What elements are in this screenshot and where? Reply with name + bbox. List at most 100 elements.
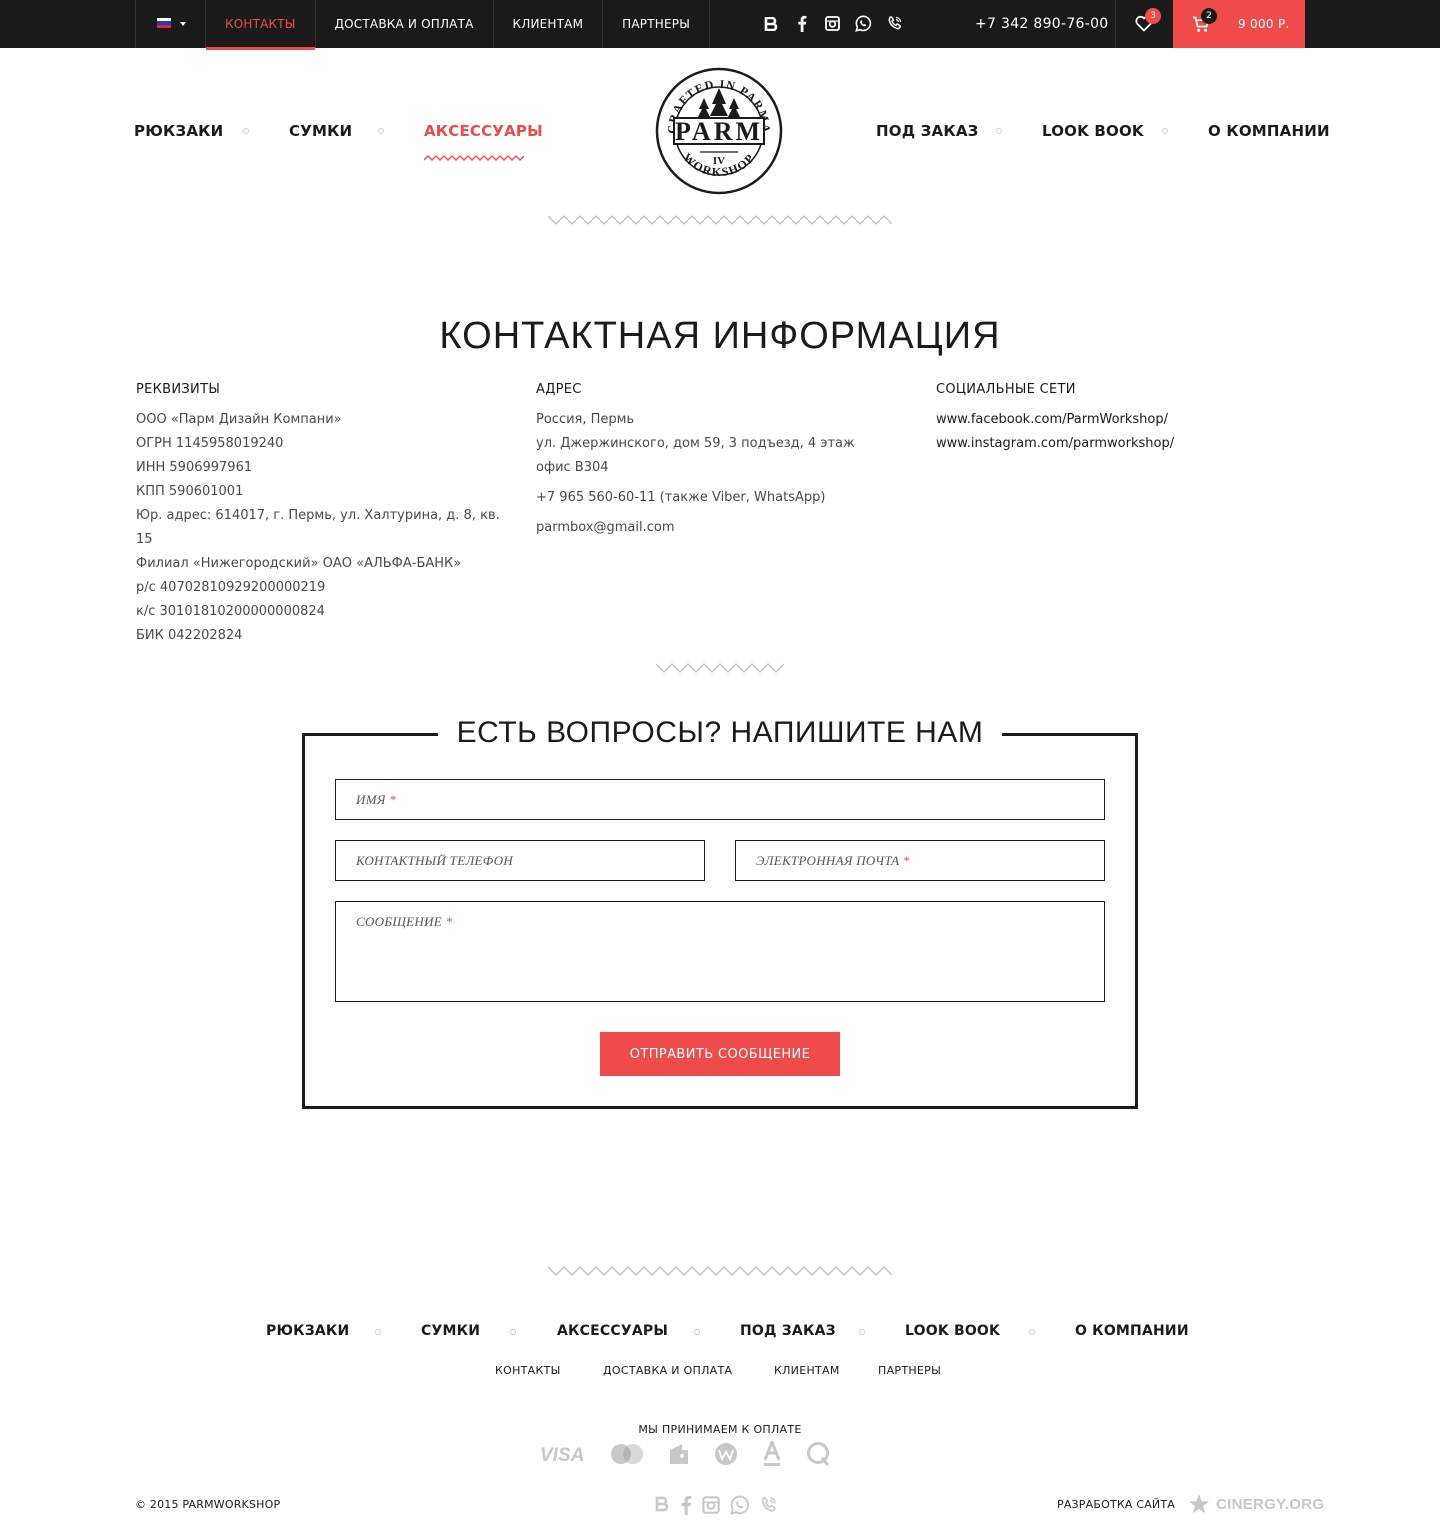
active-nav-underline — [424, 155, 524, 161]
mastercard-icon — [611, 1444, 643, 1464]
footer-nav-backpacks[interactable]: РЮКЗАКИ — [266, 1323, 349, 1339]
nav-bags[interactable]: СУМКИ — [289, 122, 352, 140]
visa-icon: VISA — [540, 1445, 584, 1464]
parm-workshop-logo[interactable]: CRAFTED IN PARMA WORKSHOP PARM IV — [654, 66, 784, 196]
footer-link-clients[interactable]: КЛИЕНТАМ — [774, 1364, 840, 1377]
footer-link-contacts[interactable]: КОНТАКТЫ — [495, 1364, 561, 1377]
ru-flag-icon — [157, 18, 171, 28]
footer-nav-custom-order[interactable]: ПОД ЗАКАЗ — [740, 1323, 836, 1339]
zigzag-divider — [656, 663, 784, 673]
nav-lookbook[interactable]: LOOK BOOK — [1042, 122, 1144, 140]
vk-icon[interactable] — [760, 13, 781, 34]
required-mark: * — [902, 853, 910, 868]
favorites-button[interactable]: 3 — [1115, 0, 1173, 48]
viber-icon[interactable] — [884, 13, 905, 34]
copyright: © 2015 PARMWORKSHOP — [135, 1498, 281, 1511]
top-links: КОНТАКТЫ ДОСТАВКА И ОПЛАТА КЛИЕНТАМ ПАРТ… — [206, 0, 710, 50]
top-link-contacts[interactable]: КОНТАКТЫ — [206, 0, 316, 50]
footer-social — [654, 1495, 778, 1519]
developer-label: РАЗРАБОТКА САЙТА — [1057, 1498, 1176, 1511]
zigzag-divider — [548, 215, 892, 225]
address-heading: АДРЕС — [536, 382, 582, 397]
star-icon — [1189, 1494, 1209, 1514]
nav-backpacks[interactable]: РЮКЗАКИ — [134, 122, 223, 140]
requisites-line: к/с 30101810200000000824 — [136, 604, 325, 619]
name-placeholder: ИМЯ — [356, 792, 386, 807]
required-mark: * — [389, 792, 397, 807]
vk-icon[interactable] — [654, 1495, 670, 1519]
social-column: СОЦИАЛЬНЫЕ СЕТИ www.facebook.com/ParmWor… — [936, 378, 1296, 456]
nav-separator — [378, 128, 384, 134]
phone-field[interactable]: КОНТАКТНЫЙ ТЕЛЕФОН — [335, 840, 705, 881]
webmoney-icon — [715, 1443, 737, 1465]
requisites-line: р/с 40702810929200000219 — [136, 580, 326, 595]
page-title: КОНТАКТНАЯ ИНФОРМАЦИЯ — [439, 315, 1001, 357]
facebook-link[interactable]: www.facebook.com/ParmWorkshop/ — [936, 408, 1296, 432]
address-phone[interactable]: +7 965 560-60-11 (также Viber, WhatsApp) — [536, 486, 896, 510]
top-link-clients[interactable]: КЛИЕНТАМ — [494, 0, 604, 48]
nav-separator — [375, 1329, 381, 1335]
cart-count-badge: 2 — [1201, 8, 1217, 24]
whatsapp-icon[interactable] — [730, 1495, 750, 1519]
address-line: ул. Джержинского, дом 59, 3 подъезд, 4 э… — [536, 436, 855, 451]
address-column: АДРЕС Россия, Пермь ул. Джержинского, до… — [536, 378, 896, 540]
instagram-icon[interactable] — [702, 1495, 720, 1519]
whatsapp-icon[interactable] — [853, 13, 874, 34]
footer-nav-accessories[interactable]: АКСЕССУАРЫ — [557, 1323, 668, 1339]
language-switcher[interactable] — [135, 0, 206, 48]
footer-nav-lookbook[interactable]: LOOK BOOK — [905, 1323, 1000, 1339]
footer-link-delivery[interactable]: ДОСТАВКА И ОПЛАТА — [603, 1364, 732, 1377]
svg-text:VISA: VISA — [540, 1445, 584, 1464]
nav-separator — [510, 1329, 516, 1335]
cart-button[interactable]: 2 9 000 Р. — [1173, 0, 1305, 48]
nav-separator — [1162, 128, 1168, 134]
zigzag-divider — [548, 1266, 892, 1276]
social-heading: СОЦИАЛЬНЫЕ СЕТИ — [936, 382, 1076, 397]
facebook-icon[interactable] — [791, 13, 812, 34]
header-phone[interactable]: +7 342 890-76-00 — [975, 0, 1109, 48]
footer-nav-about[interactable]: О КОМПАНИИ — [1075, 1323, 1189, 1339]
viber-icon[interactable] — [760, 1495, 778, 1519]
message-field[interactable]: СООБЩЕНИЕ * — [335, 901, 1105, 1002]
footer-nav-bags[interactable]: СУМКИ — [421, 1323, 480, 1339]
logo-numeral: IV — [713, 155, 725, 167]
nav-separator — [1029, 1329, 1035, 1335]
name-field[interactable]: ИМЯ * — [335, 779, 1105, 820]
chevron-down-icon — [180, 22, 186, 26]
requisites-line: Филиал «Нижегородский» ОАО «АЛЬФА-БАНК» — [136, 556, 462, 571]
yandex-money-icon — [670, 1444, 688, 1464]
alfa-bank-icon — [763, 1441, 781, 1466]
requisites-line: Юр. адрес: 614017, г. Пермь, ул. Халтури… — [136, 508, 500, 547]
favorites-count-badge: 3 — [1145, 8, 1161, 24]
footer-link-partners[interactable]: ПАРТНЕРЫ — [878, 1364, 941, 1377]
nav-custom-order[interactable]: ПОД ЗАКАЗ — [876, 122, 978, 140]
email-field[interactable]: ЭЛЕКТРОННАЯ ПОЧТА * — [735, 840, 1105, 881]
nav-about[interactable]: О КОМПАНИИ — [1208, 122, 1330, 140]
phone-placeholder: КОНТАКТНЫЙ ТЕЛЕФОН — [356, 853, 514, 868]
address-line: офис В304 — [536, 460, 609, 475]
requisites-line: ООО «Парм Дизайн Компани» — [136, 412, 342, 427]
qiwi-icon — [807, 1442, 830, 1466]
address-line: Россия, Пермь — [536, 412, 635, 427]
top-link-partners[interactable]: ПАРТНЕРЫ — [603, 0, 710, 48]
requisites-line: ИНН 5906997961 — [136, 460, 253, 475]
message-placeholder: СООБЩЕНИЕ — [356, 914, 443, 929]
cart-total: 9 000 Р. — [1238, 17, 1290, 31]
nav-separator — [996, 128, 1002, 134]
instagram-link[interactable]: www.instagram.com/parmworkshop/ — [936, 432, 1296, 456]
nav-accessories[interactable]: АКСЕССУАРЫ — [424, 122, 543, 140]
requisites-column: РЕКВИЗИТЫ ООО «Парм Дизайн Компани» ОГРН… — [136, 378, 516, 648]
nav-separator — [859, 1329, 865, 1335]
developer-logo[interactable]: CINERGY.ORG — [1188, 1493, 1324, 1515]
facebook-icon[interactable] — [680, 1495, 692, 1519]
form-title: ЕСТЬ ВОПРОСЫ? НАПИШИТЕ НАМ — [438, 716, 1002, 756]
developer-name: CINERGY.ORG — [1216, 1495, 1325, 1513]
nav-separator — [694, 1329, 700, 1335]
payment-methods: VISA — [540, 1441, 832, 1467]
instagram-icon[interactable] — [822, 13, 843, 34]
address-email[interactable]: parmbox@gmail.com — [536, 516, 896, 540]
payments-title: МЫ ПРИНИМАЕМ К ОПЛАТЕ — [638, 1423, 802, 1436]
top-link-delivery[interactable]: ДОСТАВКА И ОПЛАТА — [316, 0, 494, 48]
submit-button[interactable]: ОТПРАВИТЬ СООБЩЕНИЕ — [600, 1032, 840, 1076]
requisites-line: КПП 590601001 — [136, 484, 244, 499]
